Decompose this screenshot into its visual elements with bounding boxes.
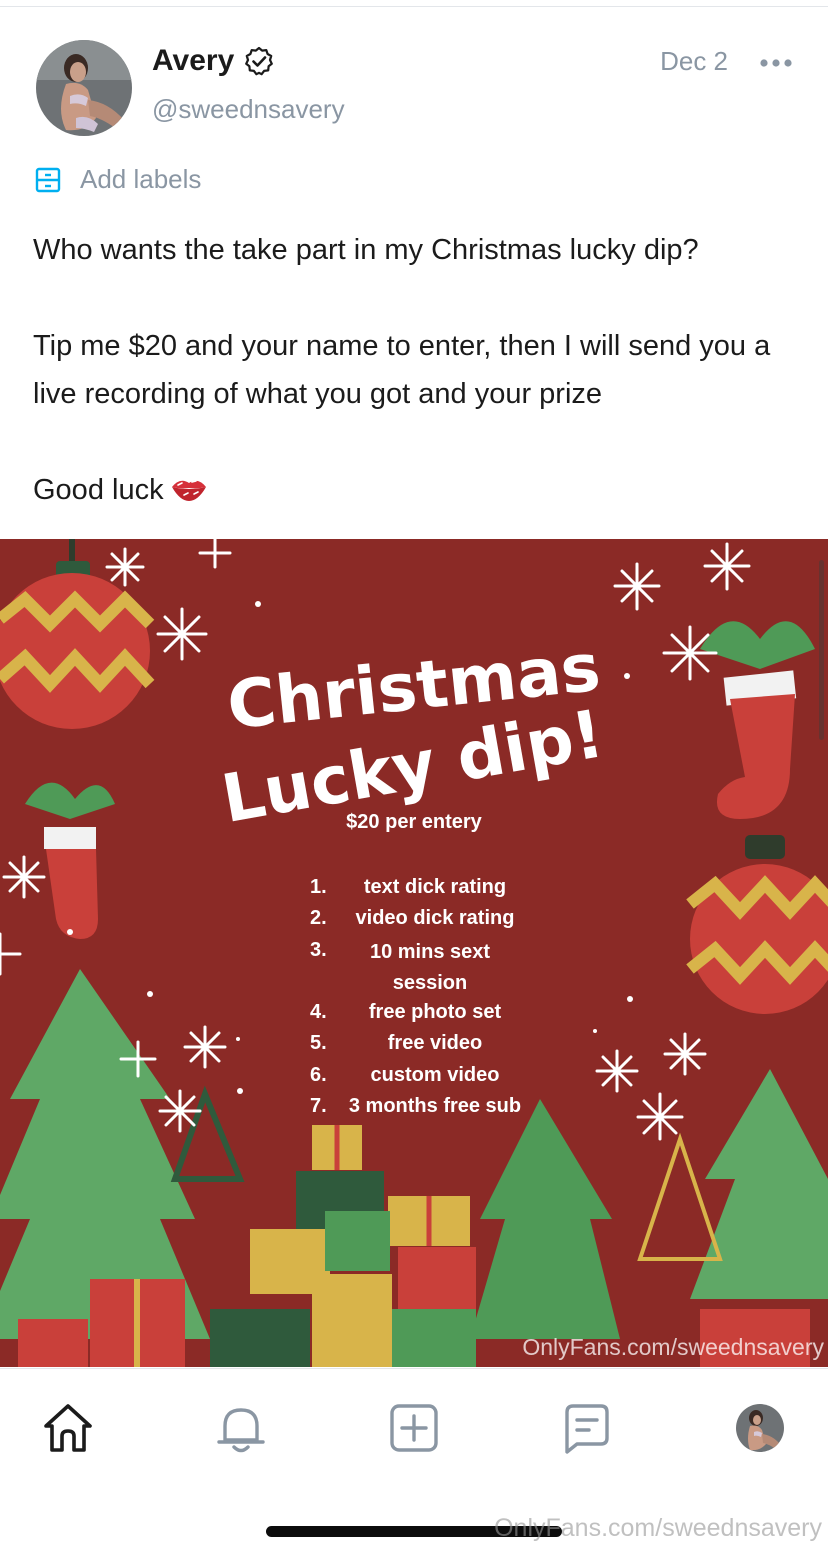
- post-header: Avery @sweednsavery Dec 2: [0, 40, 828, 140]
- tab-messages[interactable]: [559, 1400, 615, 1456]
- prize-item: 5. free video: [310, 1032, 483, 1055]
- post-body: Who wants the take part in my Christmas …: [33, 226, 803, 514]
- post-text-line: Good luck: [33, 466, 803, 514]
- add-labels-label: Add labels: [80, 164, 202, 194]
- post-text-line: Who wants the take part in my Christmas …: [33, 234, 699, 266]
- post-image[interactable]: Christmas Lucky dip! $20 per entery 1. te…: [0, 539, 828, 1367]
- prize-item: 3. 10 mins sext session: [310, 938, 491, 994]
- profile-avatar[interactable]: [736, 1404, 784, 1452]
- tab-bar: [0, 1370, 828, 1480]
- tab-home[interactable]: [40, 1400, 96, 1456]
- prize-list: 1. text dick rating 2. video dick rating 3…: [300, 874, 540, 1124]
- plus-square-icon: [390, 1404, 438, 1452]
- message-icon: [565, 1404, 609, 1454]
- prize-item: 1. text dick rating: [310, 876, 507, 898]
- image-watermark: OnlyFans.com/sweednsavery: [522, 1334, 824, 1360]
- image-price: $20 per entery: [346, 811, 482, 833]
- tab-new-post[interactable]: [386, 1400, 442, 1456]
- post-text-line: Tip me $20 and your name to enter, then …: [33, 330, 771, 410]
- prize-item: 4. free photo set: [310, 1001, 502, 1024]
- tab-notifications[interactable]: [213, 1400, 269, 1456]
- bell-icon: [217, 1408, 265, 1453]
- author-name[interactable]: Avery: [152, 44, 274, 78]
- post-text-closing: Good luck: [33, 474, 164, 506]
- prize-item: 2. video dick rating: [310, 907, 515, 930]
- author-handle[interactable]: @sweednsavery: [152, 94, 345, 125]
- home-icon: [44, 1404, 92, 1452]
- tab-bar-divider: [0, 1368, 828, 1369]
- lips-kiss-icon: [171, 480, 206, 501]
- tag-box-icon: [35, 167, 61, 192]
- verified-badge-icon: [245, 46, 274, 76]
- more-dots-icon[interactable]: [758, 48, 794, 78]
- post-date: Dec 2: [660, 46, 728, 76]
- scrollbar[interactable]: [819, 560, 824, 740]
- page-watermark: OnlyFans.com/sweednsavery: [494, 1514, 822, 1542]
- add-labels-button[interactable]: Add labels: [34, 164, 201, 195]
- prize-item: 6. custom video: [310, 1063, 500, 1086]
- top-divider: [0, 0, 828, 7]
- author-name-text: Avery: [152, 44, 235, 77]
- author-avatar[interactable]: [36, 40, 132, 136]
- prize-item: 7. 3 months free sub: [310, 1095, 522, 1118]
